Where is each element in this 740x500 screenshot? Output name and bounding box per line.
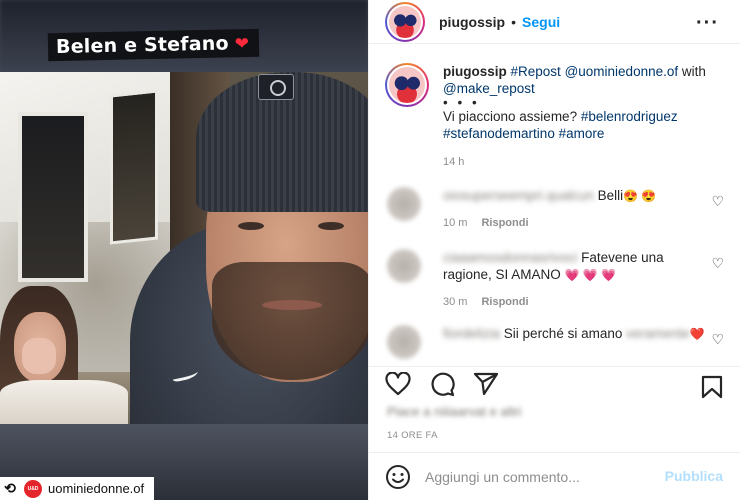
more-options-icon[interactable]: ···: [696, 12, 719, 35]
caption-dots: • • •: [443, 95, 480, 110]
avatar[interactable]: [387, 249, 421, 283]
woman-sweater: [0, 380, 128, 424]
man-mouth: [262, 300, 322, 310]
header-username[interactable]: piugossip: [439, 14, 505, 30]
heart-outline-icon[interactable]: [385, 371, 411, 396]
hashtag[interactable]: #amore: [559, 126, 605, 141]
emoji-red-heart-icon: ❤️: [689, 327, 705, 341]
repost-icon: ⟲: [4, 480, 16, 496]
emoji-pink-heart-icon: 💗 💗 💗: [564, 268, 617, 282]
comment-username[interactable]: oiosuperseempri.qualcun: [443, 188, 594, 203]
comments-scroll-area[interactable]: piugossip #Repost @uominiedonne.of with …: [369, 45, 740, 366]
follow-button[interactable]: Segui: [522, 14, 560, 30]
comment-like-icon[interactable]: ♡: [711, 255, 724, 272]
comment-text-blurred: veramente: [626, 326, 690, 341]
comment-item: ciaaamoodonnasrivoci Fatevene una ragion…: [385, 249, 730, 311]
comment-body: fiordelizia Sii perché si amano verament…: [443, 325, 708, 359]
man-eye: [318, 222, 344, 230]
add-comment-bar: Pubblica: [369, 452, 740, 500]
reply-button[interactable]: Rispondi: [481, 215, 528, 232]
post-comment-button[interactable]: Pubblica: [665, 468, 723, 484]
caption-username[interactable]: piugossip: [443, 64, 507, 79]
comment-item: fiordelizia Sii perché si amano verament…: [385, 325, 730, 359]
make-repost-mention[interactable]: @make_repost: [443, 81, 535, 96]
avatar[interactable]: [387, 187, 421, 221]
comment-body: oiosuperseempri.qualcun Belli😍 😍 10 m Ri…: [443, 187, 708, 232]
man-beard: [212, 262, 368, 380]
post-header: piugossip • Segui ···: [369, 0, 740, 44]
likes-summary[interactable]: Piace a niiiaarvat e altri: [387, 404, 521, 419]
avatar[interactable]: [385, 1, 425, 42]
comment-item: oiosuperseempri.qualcun Belli😍 😍 10 m Ri…: [385, 187, 730, 232]
smiley-icon[interactable]: [385, 464, 411, 490]
repost-badge: ⟲ U&D uominiedonne.of: [0, 477, 155, 500]
with-text: with: [681, 64, 706, 79]
caption-body: piugossip #Repost @uominiedonne.of with …: [443, 63, 730, 171]
comment-time[interactable]: 10 m: [443, 215, 467, 232]
comment-like-icon[interactable]: ♡: [711, 331, 724, 348]
avatar[interactable]: [387, 325, 421, 359]
repost-source-mention[interactable]: @uominiedonne.of: [565, 64, 679, 79]
post-time-ago[interactable]: 14 ORE FA: [387, 430, 438, 441]
red-heart-icon: ❤: [234, 33, 250, 53]
compass-badge-icon: [258, 74, 294, 100]
comment-username[interactable]: fiordelizia: [443, 326, 500, 341]
comment-like-icon[interactable]: ♡: [711, 193, 724, 210]
caption-question: Vi piacciono assieme?: [443, 109, 578, 124]
man-eye: [238, 222, 264, 230]
bookmark-icon[interactable]: [701, 375, 723, 399]
video-caption-sticker: Belen e Stefano ❤: [47, 28, 260, 62]
post-caption: piugossip #Repost @uominiedonne.of with …: [385, 63, 730, 171]
comment-body: ciaaamoodonnasrivoci Fatevene una ragion…: [443, 249, 708, 311]
comment-time[interactable]: 30 m: [443, 294, 467, 311]
sticker-text: Belen e Stefano: [55, 32, 229, 59]
background-window: [110, 89, 158, 245]
hashtag[interactable]: #belenrodriguez: [581, 109, 678, 124]
comment-meta: 30 m Rispondi: [443, 294, 708, 311]
comment-text: Belli: [597, 188, 624, 203]
comment-icon[interactable]: [429, 371, 455, 397]
repost-hashtag[interactable]: #Repost: [511, 64, 561, 79]
profile-picture: [389, 67, 425, 103]
video-frame[interactable]: [0, 72, 368, 424]
profile-picture: [389, 5, 421, 38]
comment-username[interactable]: ciaaamoodonnasrivoci: [443, 250, 577, 265]
caption-timestamp[interactable]: 14 h: [443, 154, 730, 171]
comment-text: Sii perché si amano: [503, 326, 623, 341]
repost-username: uominiedonne.of: [48, 481, 145, 496]
background-window: [18, 112, 88, 282]
post-details-panel: piugossip • Segui ··· piugossip #Repost …: [368, 0, 740, 500]
woman-hand: [22, 338, 56, 374]
post-actions-bar: [369, 366, 740, 400]
separator-dot: •: [511, 13, 517, 30]
source-logo-icon: U&D: [24, 479, 42, 498]
reply-button[interactable]: Rispondi: [481, 294, 528, 311]
comment-input[interactable]: [425, 468, 645, 485]
hashtag[interactable]: #stefanodemartino: [443, 126, 555, 141]
avatar[interactable]: [385, 63, 429, 107]
post-media[interactable]: Belen e Stefano ❤ ⟲ U&D uominiedonne.of: [0, 0, 368, 500]
emoji-heart-eyes-icon: 😍 😍: [623, 189, 657, 203]
paper-plane-icon[interactable]: [473, 372, 499, 396]
comment-meta: 10 m Rispondi: [443, 215, 708, 232]
